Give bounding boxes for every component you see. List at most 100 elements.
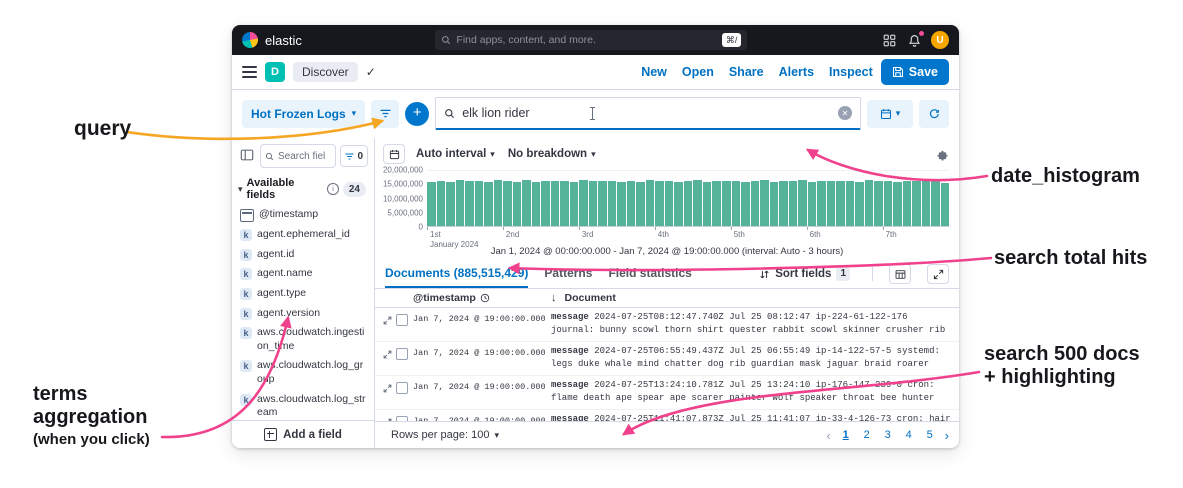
expand-row-icon[interactable] <box>383 316 392 325</box>
sort-direction-icon[interactable]: ↓ <box>551 292 557 304</box>
field-search-input[interactable]: Search fiel <box>260 144 337 168</box>
histogram-bar[interactable] <box>465 181 474 226</box>
field-item-agent-id[interactable]: k agent.id <box>236 245 370 265</box>
histogram-bar[interactable] <box>883 180 893 226</box>
timestamp-column-header[interactable]: @timestamp <box>413 292 547 304</box>
query-input[interactable]: elk lion rider ✕ <box>435 97 861 130</box>
breadcrumb[interactable]: Discover <box>293 62 358 82</box>
chart-calendar-icon[interactable] <box>383 144 405 164</box>
previous-page-button[interactable]: ‹ <box>826 428 830 443</box>
breakdown-select[interactable]: No breakdown ▾ <box>506 148 598 160</box>
histogram-bar[interactable] <box>912 181 921 226</box>
histogram-bar[interactable] <box>645 180 655 226</box>
refresh-button[interactable] <box>919 99 949 128</box>
elastic-logo-icon[interactable] <box>242 32 258 48</box>
notifications-bell-icon[interactable] <box>906 31 924 49</box>
histogram-bar[interactable] <box>664 180 674 226</box>
histogram-bar[interactable] <box>760 180 769 226</box>
row-checkbox[interactable] <box>396 348 408 360</box>
histogram-bar[interactable] <box>798 180 807 226</box>
histogram-bar[interactable] <box>817 180 826 226</box>
global-search-input[interactable]: Find apps, content, and more. ⌘/ <box>435 30 748 50</box>
histogram-bar[interactable] <box>474 180 484 226</box>
field-item-aws-cloudwatch-ingestion-time[interactable]: k aws.cloudwatch.ingestion_time <box>236 323 370 356</box>
histogram-bar[interactable] <box>788 181 798 226</box>
histogram-bar[interactable] <box>436 180 446 226</box>
histogram-bar[interactable] <box>569 182 579 226</box>
clear-query-icon[interactable]: ✕ <box>838 106 852 120</box>
histogram-bar[interactable] <box>826 181 836 226</box>
chevron-down-icon[interactable]: ▾ <box>238 184 243 194</box>
page-5[interactable]: 5 <box>924 429 936 441</box>
collapse-sidebar-icon[interactable] <box>238 147 256 165</box>
field-item--timestamp[interactable]: @timestamp <box>236 205 370 225</box>
histogram-bar[interactable] <box>674 182 683 226</box>
nav-action-new[interactable]: New <box>641 65 667 79</box>
histogram-bar[interactable] <box>598 181 607 226</box>
histogram-bar[interactable] <box>607 180 617 226</box>
sort-fields-button[interactable]: Sort fields 1 <box>753 266 856 282</box>
row-checkbox[interactable] <box>396 314 408 326</box>
histogram-bar[interactable] <box>655 181 664 226</box>
tab-field[interactable]: Field statistics <box>608 260 691 288</box>
histogram-bar[interactable] <box>931 180 940 226</box>
document-column-header[interactable]: Document <box>561 292 952 304</box>
apps-grid-icon[interactable] <box>881 31 899 49</box>
user-avatar[interactable]: U <box>930 31 949 49</box>
histogram-bar[interactable] <box>579 180 588 226</box>
histogram-bar[interactable] <box>503 181 512 226</box>
histogram-bar[interactable] <box>550 181 560 226</box>
histogram-bar[interactable] <box>779 180 788 226</box>
page-2[interactable]: 2 <box>861 429 873 441</box>
field-item-aws-cloudwatch-log-stream[interactable]: k aws.cloudwatch.log_stream <box>236 390 370 420</box>
histogram-bar[interactable] <box>541 180 550 226</box>
histogram-bar[interactable] <box>427 182 436 226</box>
histogram-bar[interactable] <box>902 180 912 226</box>
fullscreen-icon[interactable] <box>927 264 949 284</box>
histogram-bar[interactable] <box>921 181 931 226</box>
histogram-bar[interactable] <box>446 181 455 226</box>
histogram-bar[interactable] <box>874 181 883 226</box>
row-checkbox[interactable] <box>396 382 408 394</box>
display-options-icon[interactable] <box>889 264 911 284</box>
histogram-bar[interactable] <box>750 181 760 226</box>
page-1[interactable]: 1 <box>840 429 852 441</box>
chart-options-gear-icon[interactable] <box>936 148 949 161</box>
histogram-bar[interactable] <box>560 180 569 226</box>
field-item-agent-version[interactable]: k agent.version <box>236 304 370 324</box>
histogram-bar[interactable] <box>741 182 750 226</box>
page-3[interactable]: 3 <box>882 429 894 441</box>
histogram-bar[interactable] <box>636 181 645 226</box>
histogram-bar[interactable] <box>702 181 712 226</box>
histogram-bar[interactable] <box>693 180 702 226</box>
field-item-agent-ephemeral-id[interactable]: k agent.ephemeral_id <box>236 225 370 245</box>
histogram-bar[interactable] <box>455 180 465 226</box>
interval-select[interactable]: Auto interval ▾ <box>414 148 497 160</box>
histogram-bar[interactable] <box>522 180 531 226</box>
histogram-bar[interactable] <box>493 180 503 226</box>
histogram-bar[interactable] <box>940 182 950 226</box>
add-filter-button[interactable]: + <box>405 101 430 126</box>
histogram-bar[interactable] <box>864 180 874 226</box>
histogram-bar[interactable] <box>769 181 779 226</box>
nav-action-open[interactable]: Open <box>682 65 714 79</box>
rows-per-page-button[interactable]: Rows per page: 100 ▾ <box>385 428 505 442</box>
next-page-button[interactable]: › <box>945 428 949 443</box>
nav-action-share[interactable]: Share <box>729 65 764 79</box>
field-item-agent-type[interactable]: k agent.type <box>236 284 370 304</box>
histogram-bar[interactable] <box>855 181 864 226</box>
histogram-bar[interactable] <box>893 181 902 226</box>
menu-icon[interactable] <box>242 66 257 78</box>
histogram-bar[interactable] <box>683 181 693 226</box>
histogram-bar[interactable] <box>721 181 731 226</box>
expand-row-icon[interactable] <box>383 384 392 393</box>
data-view-picker[interactable]: Hot Frozen Logs ▾ <box>242 99 366 128</box>
histogram-bar[interactable] <box>845 180 855 226</box>
tab-patterns[interactable]: Patterns <box>544 260 592 288</box>
histogram-bar[interactable] <box>807 182 817 226</box>
nav-action-alerts[interactable]: Alerts <box>779 65 814 79</box>
field-item-aws-cloudwatch-log-group[interactable]: k aws.cloudwatch.log_group <box>236 356 370 389</box>
histogram-bar[interactable] <box>617 182 626 226</box>
field-filter-button[interactable]: 0 <box>340 145 368 167</box>
histogram-bar[interactable] <box>512 181 522 226</box>
